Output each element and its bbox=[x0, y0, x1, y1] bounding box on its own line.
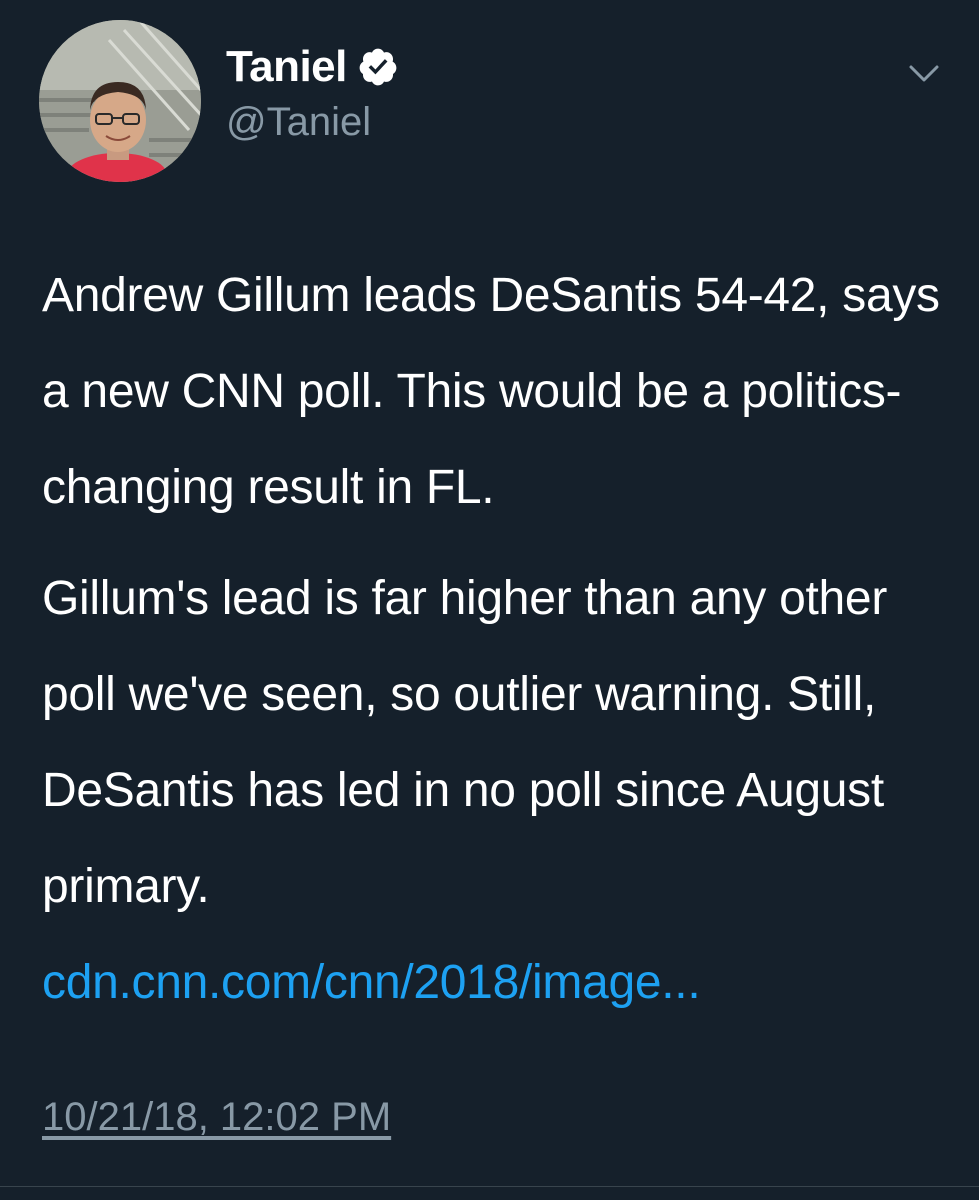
chevron-down-icon[interactable] bbox=[907, 58, 941, 88]
tweet-text: Andrew Gillum leads DeSantis 54-42, says… bbox=[42, 248, 952, 1031]
author-info[interactable]: Taniel @Taniel bbox=[226, 40, 399, 145]
avatar[interactable] bbox=[39, 20, 201, 182]
tweet-paragraph: Andrew Gillum leads DeSantis 54-42, says… bbox=[42, 269, 940, 514]
name-row: Taniel bbox=[226, 40, 399, 94]
tweet-card: Taniel @Taniel Andrew Gillum leads DeSan… bbox=[0, 0, 979, 1200]
handle[interactable]: @Taniel bbox=[226, 100, 399, 145]
tweet-link[interactable]: cdn.cnn.com/cnn/2018/image... bbox=[42, 935, 952, 1031]
divider bbox=[0, 1186, 979, 1187]
tweet-paragraph: Gillum's lead is far higher than any oth… bbox=[42, 572, 888, 913]
display-name[interactable]: Taniel bbox=[226, 42, 347, 92]
verified-badge-icon bbox=[357, 46, 399, 88]
avatar-photo bbox=[39, 20, 201, 182]
timestamp[interactable]: 10/21/18, 12:02 PM bbox=[42, 1095, 391, 1140]
